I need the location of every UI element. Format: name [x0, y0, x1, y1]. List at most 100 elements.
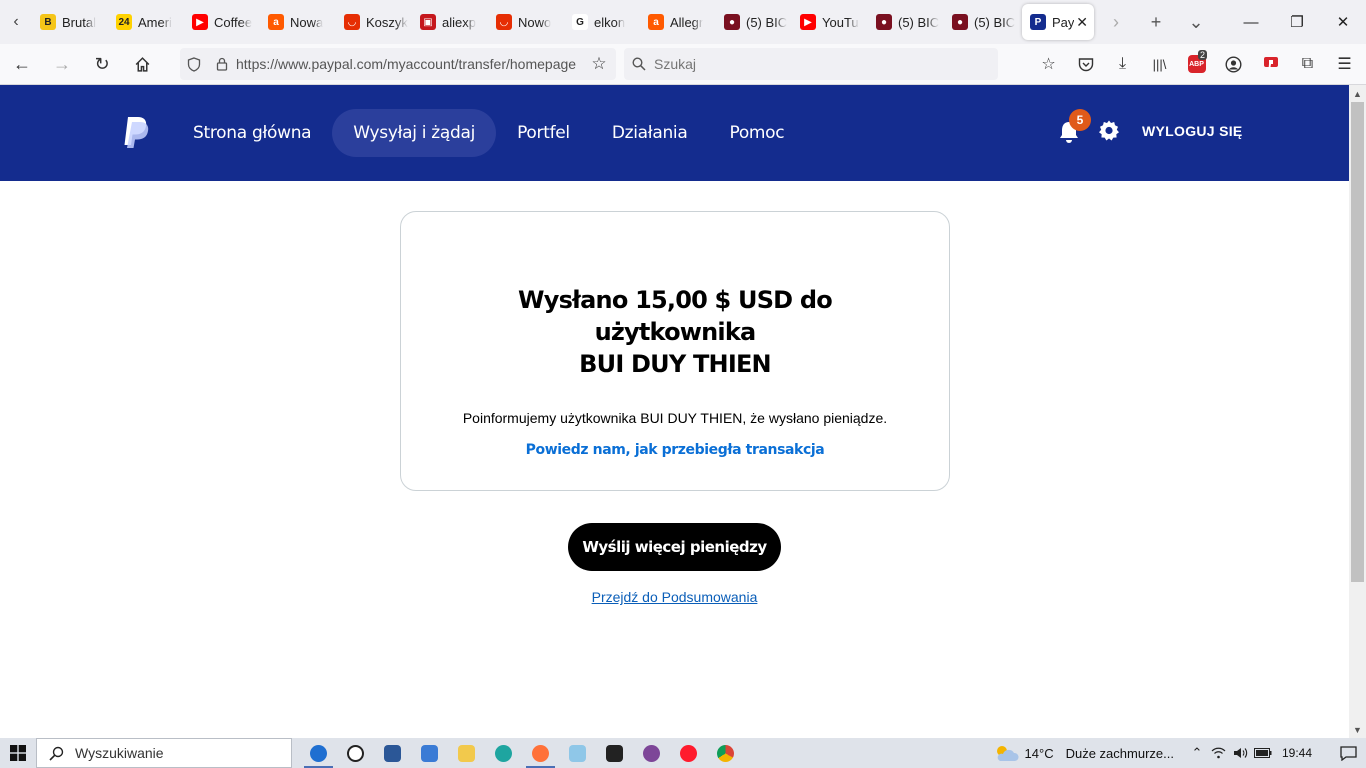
browser-tab[interactable]: B Brutal [32, 4, 108, 40]
search-input[interactable] [654, 56, 974, 72]
bookmarks-toolbar-icon[interactable]: ☆ [1030, 48, 1067, 80]
windows-search-placeholder: Wyszukiwanie [75, 745, 164, 761]
reload-button[interactable]: ↻ [84, 48, 120, 80]
firefox-icon [532, 744, 549, 762]
folder-icon [458, 744, 475, 762]
browser-tab[interactable]: 24 Ameri [108, 4, 184, 40]
send-more-money-button[interactable]: Wyślij więcej pieniędzy [568, 523, 781, 571]
scrollbar-thumb[interactable] [1351, 102, 1364, 582]
browser-tab-strip: ‹ B Brutal 24 Ameri ▶ Coffee a Nowa ◡ Koszyk ▣ alie… [0, 0, 1366, 44]
taskbar-app-box[interactable] [596, 738, 633, 768]
wifi-icon[interactable] [1208, 747, 1230, 759]
menu-hamburger-icon[interactable]: ☰ [1326, 48, 1363, 80]
tab-favicon-icon: ▣ [420, 14, 436, 30]
forward-button[interactable]: → [44, 48, 80, 80]
nav-item-0[interactable]: Strona główna [172, 109, 332, 157]
feedback-link[interactable]: Powiedz nam, jak przebiegła transakcja [526, 442, 825, 458]
paypal-main-nav: Strona główna Wysyłaj i żądaj Portfel Dział… [172, 109, 805, 157]
taskbar-opera[interactable] [670, 738, 707, 768]
taskbar-firefox[interactable] [522, 738, 559, 768]
browser-tab[interactable]: ▶ Coffee [184, 4, 260, 40]
address-bar[interactable]: https://www.paypal.com/myaccount/transfe… [180, 48, 616, 80]
taskbar-file-explorer[interactable] [448, 738, 485, 768]
nav-item-3[interactable]: Działania [591, 109, 709, 157]
lock-icon[interactable] [208, 57, 236, 71]
word-icon [384, 744, 401, 762]
home-button[interactable] [124, 48, 160, 80]
taskbar-notepad[interactable] [559, 738, 596, 768]
browser-tab[interactable]: ● (5) BIC [716, 4, 792, 40]
url-text[interactable]: https://www.paypal.com/myaccount/transfe… [236, 56, 582, 72]
taskbar-thunderbird[interactable] [300, 738, 337, 768]
windows-search-box[interactable]: Wyszukiwanie [36, 738, 292, 768]
browser-tab[interactable]: ● (5) BIC [944, 4, 1020, 40]
weather-text[interactable]: Duże zachmurze... [1066, 746, 1174, 761]
scroll-up-arrow-icon[interactable]: ▲ [1349, 85, 1366, 102]
tab-scroll-left-button[interactable]: ‹ [0, 0, 32, 44]
temperature-text[interactable]: 14°C [1025, 746, 1054, 761]
nav-item-1[interactable]: Wysyłaj i żądaj [332, 109, 497, 157]
tab-label: Coffee [214, 14, 253, 30]
scroll-down-arrow-icon[interactable]: ▼ [1349, 721, 1366, 738]
adblock-icon[interactable]: ABP 2 [1178, 48, 1215, 80]
browser-tab[interactable]: ◡ Koszyk [336, 4, 412, 40]
browser-tab[interactable]: a Allegr [640, 4, 716, 40]
list-all-tabs-button[interactable]: ⌄ [1176, 0, 1216, 44]
tab-favicon-icon: ◡ [344, 14, 360, 30]
account-icon[interactable] [1215, 48, 1252, 80]
tab-scroll-right-button[interactable]: › [1096, 0, 1136, 44]
cloudy-weather-icon[interactable] [993, 744, 1019, 762]
adblock-count-badge: 2 [1198, 50, 1208, 60]
paypal-logo-icon[interactable] [122, 115, 150, 149]
tracking-shield-icon[interactable] [180, 56, 208, 72]
browser-tab[interactable]: ▶ YouTu [792, 4, 868, 40]
browser-tab[interactable]: a Nowa [260, 4, 336, 40]
taskbar-whatsapp[interactable] [337, 738, 374, 768]
tab-label: Pay [1052, 14, 1075, 30]
volume-icon[interactable] [1230, 747, 1252, 759]
logout-link[interactable]: WYLOGUJ SIĘ [1142, 123, 1243, 139]
summary-link-wrapper: Przejdź do Podsumowania [0, 589, 1349, 605]
browser-tab[interactable]: ◡ Nowo [488, 4, 564, 40]
bookmark-star-icon[interactable]: ☆ [582, 54, 616, 74]
close-tab-icon[interactable]: ✕ [1076, 14, 1088, 31]
taskbar-chrome[interactable] [707, 738, 744, 768]
tab-favicon-icon: G [572, 14, 588, 30]
start-button[interactable] [0, 738, 36, 768]
battery-icon[interactable] [1252, 748, 1274, 758]
library-icon[interactable]: |||\ [1141, 48, 1178, 80]
notification-center-icon[interactable] [1330, 745, 1366, 761]
restore-button[interactable]: ❐ [1274, 0, 1320, 44]
nav-item-2[interactable]: Portfel [496, 109, 591, 157]
minimize-button[interactable]: — [1228, 0, 1274, 44]
browser-tab-active[interactable]: P Pay ✕ [1022, 4, 1094, 40]
taskbar-calculator[interactable] [411, 738, 448, 768]
confirmation-title-line1: Wysłano 15,00 $ USD do użytkownika [518, 286, 833, 346]
go-to-summary-link[interactable]: Przejdź do Podsumowania [592, 589, 758, 605]
extensions-puzzle-icon[interactable]: ⧉ [1289, 48, 1326, 80]
settings-gear-icon[interactable] [1097, 119, 1121, 143]
tab-favicon-icon: ◡ [496, 14, 512, 30]
downloads-icon[interactable]: ⤓ [1104, 48, 1141, 80]
search-bar[interactable] [624, 48, 998, 80]
close-window-button[interactable]: ✕ [1320, 0, 1366, 44]
dislike-extension-icon[interactable] [1252, 48, 1289, 80]
browser-tab[interactable]: ● (5) BIC [868, 4, 944, 40]
browser-tab[interactable]: ▣ aliexp [412, 4, 488, 40]
taskbar-tor[interactable] [633, 738, 670, 768]
show-hidden-icons-chevron-icon[interactable]: ⌃ [1186, 745, 1208, 761]
nav-item-4[interactable]: Pomoc [708, 109, 805, 157]
clock-time[interactable]: 19:44 [1282, 746, 1312, 760]
back-button[interactable]: ← [4, 48, 40, 80]
new-tab-button[interactable]: + [1136, 0, 1176, 44]
taskbar-word[interactable] [374, 738, 411, 768]
window-controls: — ❐ ✕ [1228, 0, 1366, 44]
pocket-icon[interactable] [1067, 48, 1104, 80]
tab-label: Nowo [518, 14, 552, 30]
toolbar-extensions: ☆ ⤓ |||\ ABP 2 ⧉ ☰ [1030, 48, 1363, 80]
page-scrollbar[interactable]: ▲ ▼ [1349, 85, 1366, 738]
taskbar-edge[interactable] [485, 738, 522, 768]
confirmation-title: Wysłano 15,00 $ USD do użytkownika BUI D… [401, 284, 949, 380]
search-icon [624, 57, 654, 71]
browser-tab[interactable]: Gelkon [564, 4, 640, 40]
